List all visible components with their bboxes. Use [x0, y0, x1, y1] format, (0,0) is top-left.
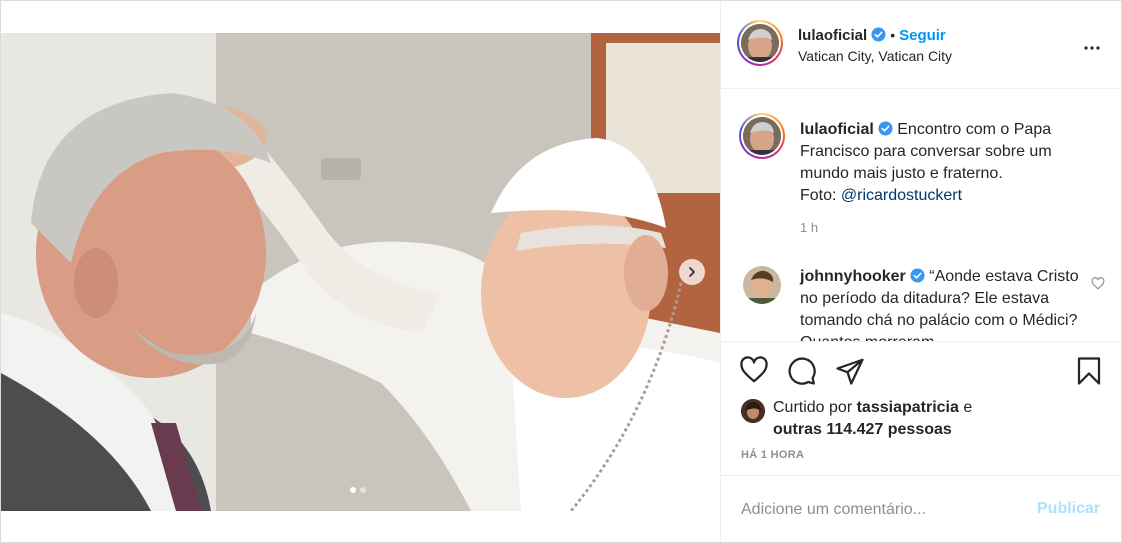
liked-by-prefix: Curtido por	[773, 399, 857, 416]
publish-button[interactable]: Publicar	[1037, 500, 1100, 518]
more-horizontal-icon	[1084, 46, 1100, 50]
verified-badge-icon	[871, 27, 886, 42]
post-header: lulaoficial • Seguir Vatican City, Vatican…	[721, 1, 1122, 89]
heart-outline-icon	[1091, 277, 1105, 290]
caption-text-block: lulaoficial Encontro com o Papa Francisc…	[800, 119, 1100, 207]
comment-button[interactable]	[787, 356, 817, 389]
comments-section[interactable]: lulaoficial Encontro com o Papa Francisc…	[721, 89, 1122, 341]
caption-author-avatar[interactable]	[739, 113, 785, 159]
heart-outline-icon	[740, 356, 768, 383]
carousel-dot-active	[350, 487, 356, 493]
commenter-avatar[interactable]	[743, 266, 781, 304]
liked-by-avatar[interactable]	[741, 399, 765, 423]
verified-badge-icon	[910, 268, 925, 283]
commenter-username[interactable]: johnnyhooker	[800, 268, 906, 285]
liked-by: Curtido por tassiapatricia e outras 114.…	[741, 397, 972, 441]
comment-input[interactable]	[741, 498, 1021, 522]
caption-timestamp[interactable]: 1 h	[800, 220, 818, 235]
carousel-indicator	[350, 487, 366, 493]
bookmark-icon	[1077, 357, 1101, 385]
follow-button[interactable]: Seguir	[899, 27, 946, 44]
liked-by-user-link[interactable]: tassiapatricia	[857, 399, 959, 416]
like-button[interactable]	[739, 356, 769, 387]
separator-bullet: •	[890, 27, 896, 43]
save-button[interactable]	[1075, 356, 1103, 389]
caption-photo-credit-label: Foto:	[800, 187, 841, 204]
post-timestamp[interactable]: HÁ 1 HORA	[741, 449, 804, 461]
chevron-right-icon	[689, 267, 696, 277]
paper-plane-icon	[836, 358, 864, 385]
instagram-post: lulaoficial • Seguir Vatican City, Vatican…	[0, 0, 1122, 543]
post-actions: Curtido por tassiapatricia e outras 114.…	[721, 341, 1122, 476]
comment-bubble-icon	[788, 357, 816, 385]
post-photo[interactable]	[1, 33, 720, 511]
liked-by-text: Curtido por tassiapatricia e outras 114.…	[773, 397, 972, 441]
caption-username[interactable]: lulaoficial	[800, 121, 874, 138]
carousel-next-button[interactable]	[679, 259, 705, 285]
likes-count-link[interactable]: outras 114.427 pessoas	[773, 421, 952, 438]
add-comment-form: Publicar	[721, 475, 1122, 542]
comment-text-block: johnnyhooker “Aonde estava Cristo no per…	[800, 266, 1090, 341]
more-options-button[interactable]	[1083, 35, 1101, 56]
caption-mention-link[interactable]: @ricardostuckert	[841, 187, 962, 204]
verified-badge-icon	[878, 121, 893, 136]
author-username[interactable]: lulaoficial	[798, 27, 867, 44]
author-avatar[interactable]	[737, 20, 783, 66]
liked-by-connector: e	[958, 399, 973, 416]
post-side-panel: lulaoficial • Seguir Vatican City, Vatican…	[720, 1, 1122, 542]
post-media	[1, 1, 720, 542]
carousel-dot	[360, 487, 366, 493]
photo-illustration	[1, 33, 720, 511]
comment-like-button[interactable]	[1091, 277, 1105, 293]
post-location[interactable]: Vatican City, Vatican City	[798, 48, 952, 64]
share-button[interactable]	[835, 356, 865, 389]
